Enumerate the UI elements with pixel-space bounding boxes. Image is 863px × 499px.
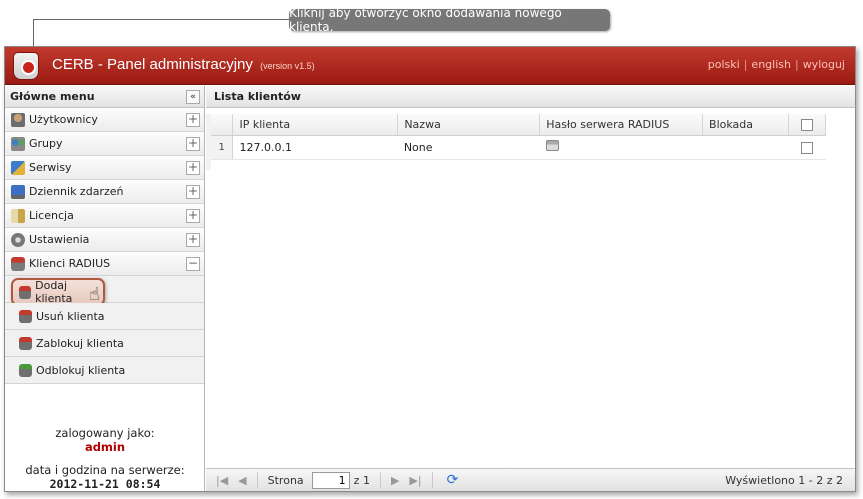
title-bar: CERB - Panel administracyjny (version v1… <box>5 47 855 85</box>
login-user: admin <box>84 440 126 454</box>
table-header-row: IP klienta Nazwa Hasło serwera RADIUS Bl… <box>211 114 827 136</box>
next-page-icon[interactable]: ▶ <box>391 474 399 487</box>
cell-password <box>539 135 703 160</box>
app-title: CERB - Panel administracyjny (version v1… <box>52 56 315 73</box>
top-links: polski | english | wyloguj <box>707 58 845 71</box>
server-time-label: data i godzina na serwerze: <box>25 463 185 477</box>
expand-plus-icon[interactable]: + <box>186 185 200 199</box>
groups-icon <box>11 136 25 151</box>
column-header-name[interactable]: Nazwa <box>397 114 541 136</box>
cell-ip: 127.0.0.1 <box>232 135 398 160</box>
callout-tooltip: Kliknij aby otworzyć okno dodawania nowe… <box>289 6 610 34</box>
services-icon <box>11 160 25 175</box>
sub-item-label: Odblokuj klienta <box>36 363 126 377</box>
page-label: Strona <box>267 473 304 487</box>
radius-icon <box>11 256 25 271</box>
cell-name: None <box>397 135 540 160</box>
sidebar-item-radius-clients[interactable]: Klienci RADIUS − <box>5 252 204 276</box>
sidebar-item-license[interactable]: Licencja + <box>5 204 204 228</box>
expand-plus-icon[interactable]: + <box>186 161 200 175</box>
server-time: 2012-11-21 08:54 <box>49 477 161 491</box>
sidebar-item-label: Ustawienia <box>29 233 90 246</box>
lock-client-icon <box>19 336 32 350</box>
login-info: zalogowany jako: admin data i godzina na… <box>5 426 205 491</box>
app-version: (version v1.5) <box>260 61 315 71</box>
sidebar-item-groups[interactable]: Grupy + <box>5 132 204 156</box>
sidebar-item-label: Użytkownicy <box>29 113 98 126</box>
select-all-checkbox[interactable] <box>800 118 813 131</box>
sidebar-item-label: Dziennik zdarzeń <box>29 185 124 198</box>
sidebar-item-label: Klienci RADIUS <box>29 257 111 270</box>
sidebar-item-users[interactable]: Użytkownicy + <box>5 108 204 132</box>
expand-plus-icon[interactable]: + <box>186 233 200 247</box>
refresh-icon[interactable]: ⟳ <box>447 472 459 488</box>
sidebar-item-settings[interactable]: Ustawienia + <box>5 228 204 252</box>
cell-lock <box>702 135 789 160</box>
column-header-password[interactable]: Hasło serwera RADIUS <box>539 114 704 136</box>
sidebar-item-label: Licencja <box>29 209 74 222</box>
login-label: zalogowany jako: <box>55 426 155 440</box>
column-header-num <box>211 114 234 136</box>
sub-item-label: Zablokuj klienta <box>36 336 124 350</box>
main-content: Lista klientów IP klienta Nazwa Hasło se… <box>206 86 855 491</box>
table-row[interactable]: 1 127.0.0.1 None <box>211 135 826 160</box>
expand-plus-icon[interactable]: + <box>186 113 200 127</box>
page-number-input[interactable] <box>311 471 350 489</box>
first-page-icon[interactable]: |◀ <box>216 474 228 487</box>
password-icon[interactable] <box>545 140 559 151</box>
delete-client-icon <box>19 309 32 323</box>
app-window: CERB - Panel administracyjny (version v1… <box>4 46 856 492</box>
main-menu-header: Główne menu « <box>5 86 204 108</box>
collapse-sidebar-button[interactable]: « <box>186 90 200 104</box>
sidebar: Główne menu « Użytkownicy + Grupy + Serw… <box>5 86 205 491</box>
column-header-ip[interactable]: IP klienta <box>232 114 399 136</box>
sidebar-item-services[interactable]: Serwisy + <box>5 156 204 180</box>
last-page-icon[interactable]: ▶| <box>409 474 421 487</box>
expand-plus-icon[interactable]: + <box>186 137 200 151</box>
lang-english-link[interactable]: english <box>751 58 791 71</box>
row-checkbox[interactable] <box>800 141 813 154</box>
app-title-text: CERB - Panel administracyjny <box>52 56 253 73</box>
page-count-label: z 1 <box>353 473 370 487</box>
content-title: Lista klientów <box>206 86 855 108</box>
pager-bar: |◀ ◀ Strona z 1 ▶ ▶| ⟳ Wyświetlono 1 - 2… <box>206 468 855 491</box>
row-number: 1 <box>211 135 234 160</box>
cell-select <box>788 135 826 160</box>
collapse-minus-icon[interactable]: − <box>186 257 200 271</box>
main-menu-title: Główne menu <box>10 90 95 103</box>
sidebar-item-label: Serwisy <box>29 161 72 174</box>
settings-icon <box>11 232 25 247</box>
add-client-button[interactable]: Dodaj klienta ☝ <box>11 278 105 306</box>
expand-plus-icon[interactable]: + <box>186 209 200 223</box>
sub-item-unlock-client[interactable]: Odblokuj klienta <box>5 357 204 384</box>
log-icon <box>11 184 25 199</box>
sub-item-add-client[interactable]: Dodaj klienta ☝ <box>5 276 204 306</box>
sub-item-delete-client[interactable]: Usuń klienta <box>5 303 204 330</box>
column-header-lock[interactable]: Blokada <box>702 114 789 136</box>
license-icon <box>11 208 25 223</box>
column-header-select-all <box>788 114 827 136</box>
callout-line <box>33 19 289 20</box>
sidebar-item-event-log[interactable]: Dziennik zdarzeń + <box>5 180 204 204</box>
sidebar-item-label: Grupy <box>29 137 63 150</box>
clients-table: IP klienta Nazwa Hasło serwera RADIUS Bl… <box>211 114 827 160</box>
prev-page-icon[interactable]: ◀ <box>238 474 246 487</box>
add-client-icon <box>19 285 32 299</box>
sub-item-label: Usuń klienta <box>36 309 105 323</box>
cerb-logo-icon <box>13 52 39 80</box>
lang-polski-link[interactable]: polski <box>708 58 740 71</box>
pager-info: Wyświetlono 1 - 2 z 2 <box>725 473 843 487</box>
logout-link[interactable]: wyloguj <box>803 58 845 71</box>
hand-cursor-icon: ☝ <box>89 284 100 305</box>
sub-item-lock-client[interactable]: Zablokuj klienta <box>5 330 204 357</box>
unlock-client-icon <box>19 363 32 377</box>
users-icon <box>11 112 25 127</box>
